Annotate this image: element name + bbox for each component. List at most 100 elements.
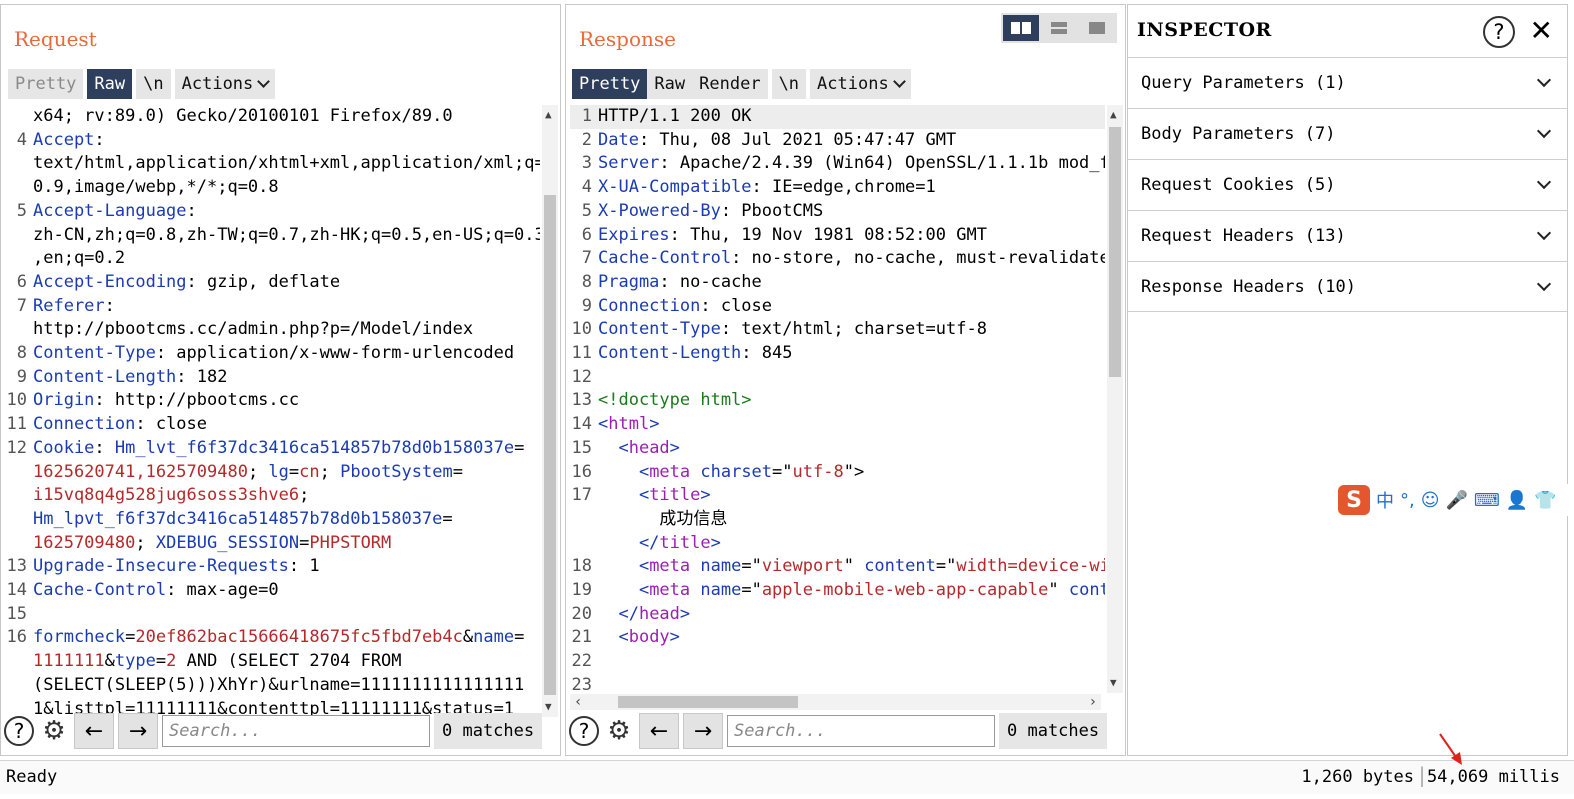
actions-dropdown[interactable]: Actions: [174, 69, 276, 99]
ime-language-toggle[interactable]: 中: [1376, 487, 1394, 513]
response-vertical-scrollbar[interactable]: ▲ ▼: [1107, 105, 1123, 693]
gear-icon[interactable]: ⚙: [603, 716, 635, 746]
tab-render[interactable]: Render: [692, 69, 768, 99]
code-token: PHPSTORM: [309, 532, 392, 553]
code-line: 13 <!doctype html>: [570, 389, 1105, 413]
scroll-down-icon[interactable]: ▼: [1110, 677, 1117, 689]
line-number: 14: [571, 414, 592, 435]
code-line: (SELECT(SLEEP(5)))XhYr)&urlname=11111111…: [5, 674, 540, 698]
line-number: 9: [16, 366, 27, 387]
help-icon[interactable]: ?: [1483, 16, 1515, 48]
punctuation-toggle[interactable]: °,: [1400, 490, 1415, 511]
code-token: ,en;q=0.2: [33, 248, 126, 269]
code-text: <title>: [598, 484, 711, 508]
next-match-button[interactable]: →: [683, 713, 723, 749]
line-number: 13: [571, 390, 592, 411]
scroll-thumb[interactable]: [1109, 127, 1121, 377]
code-text: 1111111&type=2 AND (SELECT 2704 FROM: [33, 650, 402, 674]
keyboard-icon[interactable]: ⌨: [1474, 490, 1500, 511]
response-editor[interactable]: 1 HTTP/1.1 200 OK 2 Date: Thu, 08 Jul 2021 …: [570, 105, 1105, 690]
code-token: : Apache/2.4.39 (Win64) OpenSSL/1.1.1b m…: [659, 153, 1105, 174]
response-horizontal-scrollbar[interactable]: ‹ ›: [570, 694, 1101, 710]
tab-pretty[interactable]: Pretty: [572, 69, 648, 99]
response-title: Response: [579, 27, 676, 51]
response-tabbar: Pretty Raw Render \n Actions: [572, 69, 911, 99]
previous-match-button[interactable]: ←: [639, 713, 679, 749]
code-line: 8 Content-Type: application/x-www-form-ur…: [5, 342, 540, 366]
tab-newline[interactable]: \n: [771, 69, 807, 99]
code-text: Cache-Control: max-age=0: [33, 579, 279, 603]
code-text: <body>: [598, 626, 679, 650]
line-number: [5, 105, 33, 129]
chevron-down-icon: [892, 74, 906, 88]
code-token: lg: [268, 461, 289, 482]
code-text: (SELECT(SLEEP(5)))XhYr)&urlname=11111111…: [33, 674, 524, 698]
single-view-button[interactable]: [1079, 15, 1115, 41]
request-editor[interactable]: x64; rv:89.0) Gecko/20100101 Firefox/89.…: [5, 105, 540, 715]
stacked-view-button[interactable]: [1041, 15, 1077, 41]
scroll-up-icon[interactable]: ▲: [545, 109, 552, 121]
help-icon[interactable]: ?: [4, 716, 34, 746]
microphone-icon[interactable]: 🎤: [1446, 490, 1468, 511]
scroll-left-icon[interactable]: ‹: [574, 694, 582, 710]
help-icon[interactable]: ?: [569, 716, 599, 746]
line-number: 8: [581, 271, 592, 292]
status-text: Ready: [6, 767, 58, 787]
previous-match-button[interactable]: ←: [74, 713, 114, 749]
code-token: >: [669, 437, 680, 458]
line-number: [5, 247, 33, 271]
scroll-up-icon[interactable]: ▲: [1110, 109, 1117, 121]
scroll-right-icon[interactable]: ›: [1089, 694, 1097, 710]
matches-count: 0 matches: [999, 713, 1108, 749]
inspector-section-request-headers[interactable]: Request Headers (13): [1128, 210, 1567, 261]
code-line: 9 Content-Length: 182: [5, 366, 540, 390]
code-text: i15vq8q4g528jug6soss3shve6;: [33, 484, 309, 508]
inspector-section-query-parameters[interactable]: Query Parameters (1): [1128, 57, 1567, 108]
search-input[interactable]: [727, 715, 995, 747]
actions-label: Actions: [817, 74, 889, 94]
tab-raw[interactable]: Raw: [87, 69, 133, 99]
line-number: [570, 532, 598, 556]
code-token: Upgrade-Insecure-Requests: [33, 556, 289, 577]
skin-icon[interactable]: 👕: [1534, 490, 1556, 511]
sogou-logo-icon[interactable]: S: [1338, 485, 1370, 515]
inspector-section-request-cookies[interactable]: Request Cookies (5): [1128, 159, 1567, 210]
gear-icon[interactable]: ⚙: [38, 716, 70, 746]
code-token: 1111111: [33, 651, 105, 672]
code-token: utf-8: [792, 461, 844, 482]
line-number: [5, 318, 33, 342]
actions-dropdown[interactable]: Actions: [810, 69, 911, 99]
code-token: content: [864, 556, 936, 577]
line-number: 1: [581, 106, 592, 126]
section-label: Request Headers (13): [1141, 226, 1346, 246]
split-view-button[interactable]: [1003, 15, 1039, 41]
scroll-thumb[interactable]: [544, 195, 556, 695]
code-text: Cache-Control: no-store, no-cache, must-…: [598, 247, 1105, 271]
tab-pretty[interactable]: Pretty: [8, 69, 84, 99]
code-token: ;: [319, 461, 341, 482]
code-text: zh-CN,zh;q=0.8,zh-TW;q=0.7,zh-HK;q=0.5,e…: [33, 224, 540, 248]
code-token: Referer: [33, 295, 105, 316]
line-number: 16: [571, 461, 592, 482]
close-icon[interactable]: ✕: [1530, 14, 1553, 47]
code-token: cn: [299, 461, 320, 482]
code-text: Expires: Thu, 19 Nov 1981 08:52:00 GMT: [598, 224, 987, 248]
inspector-section-response-headers[interactable]: Response Headers (10): [1128, 261, 1567, 312]
code-line: 4 Accept:: [5, 129, 540, 153]
inspector-section-body-parameters[interactable]: Body Parameters (7): [1128, 108, 1567, 159]
line-number: 21: [571, 627, 592, 648]
tab-raw[interactable]: Raw: [647, 69, 693, 99]
ime-toolbar: S 中 °, ☺ 🎤 ⌨ 👤 👕: [1336, 484, 1568, 516]
code-token: </: [598, 532, 660, 553]
code-text: text/html,application/xhtml+xml,applicat…: [33, 152, 540, 176]
code-token: http://pbootcms.cc/admin.php?p=/Model/in…: [33, 319, 474, 340]
request-vertical-scrollbar[interactable]: ▲ ▼: [542, 105, 558, 717]
tab-newline[interactable]: \n: [136, 69, 171, 99]
emoji-icon[interactable]: ☺: [1421, 490, 1440, 511]
scroll-thumb[interactable]: [618, 696, 798, 708]
search-input[interactable]: [162, 715, 430, 747]
code-token: ;: [135, 532, 156, 553]
next-match-button[interactable]: →: [118, 713, 158, 749]
code-text: X-UA-Compatible: IE=edge,chrome=1: [598, 176, 936, 200]
user-icon[interactable]: 👤: [1506, 490, 1528, 511]
